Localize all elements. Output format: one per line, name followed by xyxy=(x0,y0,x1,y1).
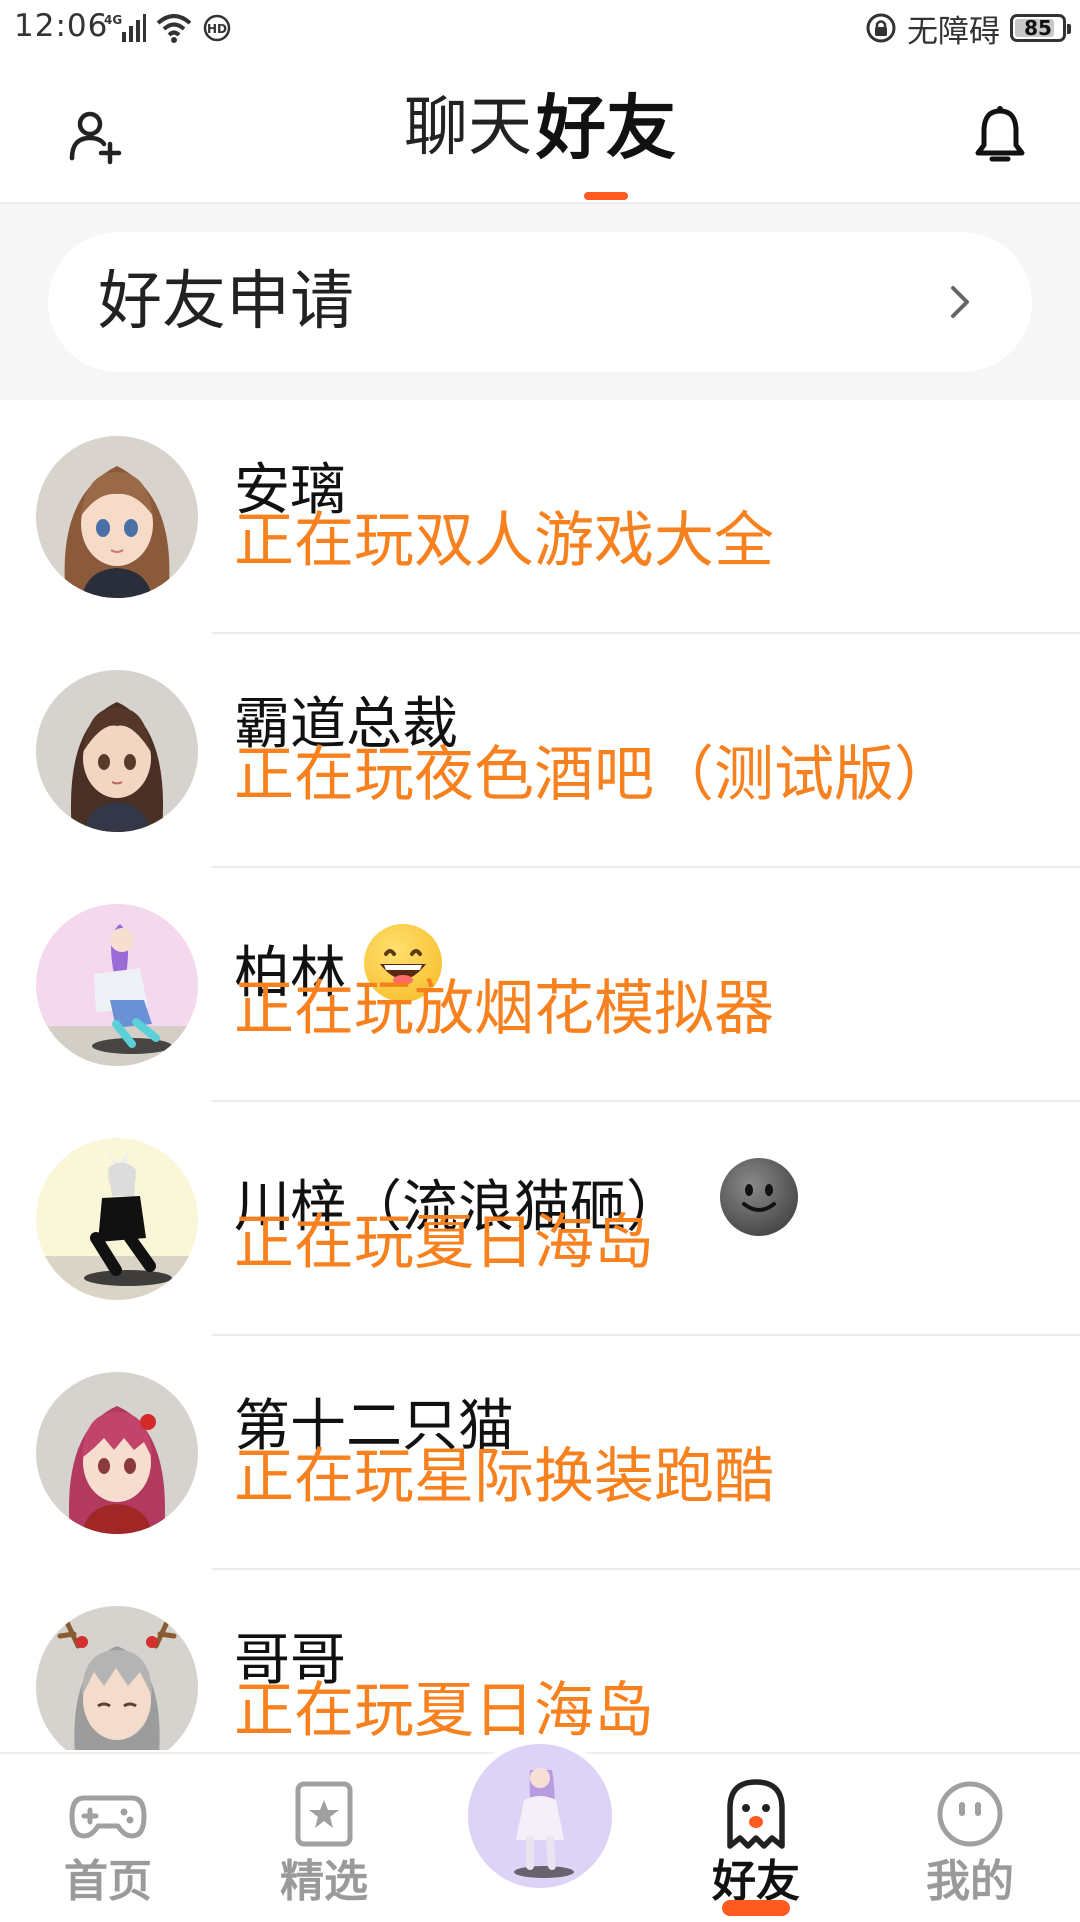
signal-4g-icon: 4G xyxy=(104,13,146,42)
tab-friends-label: 好友 xyxy=(536,87,676,169)
ghost-icon xyxy=(727,1779,785,1849)
top-header: 聊天 好友 xyxy=(0,56,1080,204)
notification-button[interactable] xyxy=(960,96,1040,176)
nav-home[interactable]: 首页 xyxy=(28,1754,188,1922)
header-tabs: 聊天 好友 xyxy=(0,87,1080,200)
star-card-icon xyxy=(295,1781,353,1847)
battery-level: 85 xyxy=(1024,16,1052,40)
friend-avatar xyxy=(36,904,198,1066)
avatar-character-icon xyxy=(36,1606,198,1750)
tab-chat[interactable]: 聊天 xyxy=(402,88,534,168)
friend-avatar xyxy=(36,436,198,598)
tab-active-indicator xyxy=(584,192,628,200)
nav-friends[interactable]: 好友 xyxy=(676,1754,836,1922)
friend-row[interactable]: 川梓（流浪猫砸） 正在玩夏日海岛 xyxy=(0,1102,1080,1336)
friend-list: 安璃 正在玩双人游戏大全 霸道总裁 正在玩夜色酒吧（测试版） 柏林 正在玩放烟花… xyxy=(0,400,1080,1750)
svg-text:4G: 4G xyxy=(104,13,122,27)
accessibility-lock-icon xyxy=(866,13,896,43)
dark-smiley-emoji-icon xyxy=(720,1158,798,1236)
avatar-character-icon xyxy=(468,1744,612,1888)
nav-center-avatar[interactable] xyxy=(468,1744,612,1888)
friend-request-label: 好友申请 xyxy=(98,265,354,339)
friend-activity: 正在玩星际换装跑酷 xyxy=(234,1442,774,1512)
nav-featured-label: 精选 xyxy=(280,1856,368,1907)
friend-avatar xyxy=(36,1138,198,1300)
friend-row[interactable]: 第十二只猫 正在玩星际换装跑酷 xyxy=(0,1336,1080,1570)
friend-avatar xyxy=(36,670,198,832)
avatar-character-icon xyxy=(36,904,198,1066)
status-time: 12:06 xyxy=(14,8,109,44)
tab-chat-label: 聊天 xyxy=(404,91,532,165)
avatar-character-icon xyxy=(36,670,198,832)
wifi-icon xyxy=(156,14,192,43)
nav-featured[interactable]: 精选 xyxy=(244,1754,404,1922)
gamepad-icon xyxy=(69,1795,147,1839)
smiley-face-icon xyxy=(937,1781,1003,1847)
nav-profile-label: 我的 xyxy=(926,1856,1014,1907)
friend-request-button[interactable]: 好友申请 xyxy=(48,232,1032,372)
friend-row[interactable]: 柏林 正在玩放烟花模拟器 xyxy=(0,868,1080,1102)
friend-request-section: 好友申请 xyxy=(0,204,1080,400)
friend-avatar xyxy=(36,1372,198,1534)
hd-icon: HD xyxy=(203,14,231,42)
bottom-nav: 首页 精选 好友 我的 xyxy=(0,1744,1080,1922)
friend-row[interactable]: 哥哥 正在玩夏日海岛 xyxy=(0,1570,1080,1750)
nav-home-label: 首页 xyxy=(64,1856,152,1907)
battery-icon: 85 xyxy=(1010,14,1071,42)
status-bar: 12:06 4G HD 无障碍 85 xyxy=(0,0,1080,56)
friend-activity: 正在玩夏日海岛 xyxy=(234,1676,654,1746)
friend-row[interactable]: 霸道总裁 正在玩夜色酒吧（测试版） xyxy=(0,634,1080,868)
friend-activity: 正在玩夜色酒吧（测试版） xyxy=(234,740,954,810)
avatar-character-icon xyxy=(36,1372,198,1534)
svg-text:HD: HD xyxy=(207,22,227,36)
friend-activity: 正在玩夏日海岛 xyxy=(234,1208,654,1278)
nav-active-indicator xyxy=(722,1900,790,1916)
accessibility-text: 无障碍 xyxy=(907,13,1000,50)
bell-icon xyxy=(975,106,1025,162)
friend-row[interactable]: 安璃 正在玩双人游戏大全 xyxy=(0,400,1080,634)
friend-activity: 正在玩双人游戏大全 xyxy=(234,506,774,576)
friend-activity: 正在玩放烟花模拟器 xyxy=(234,974,774,1044)
avatar-character-icon xyxy=(36,436,198,598)
friend-avatar xyxy=(36,1606,198,1750)
nav-profile[interactable]: 我的 xyxy=(890,1754,1050,1922)
avatar-character-icon xyxy=(36,1138,198,1300)
tab-friends[interactable]: 好友 xyxy=(534,87,678,200)
chevron-right-icon xyxy=(951,286,969,318)
